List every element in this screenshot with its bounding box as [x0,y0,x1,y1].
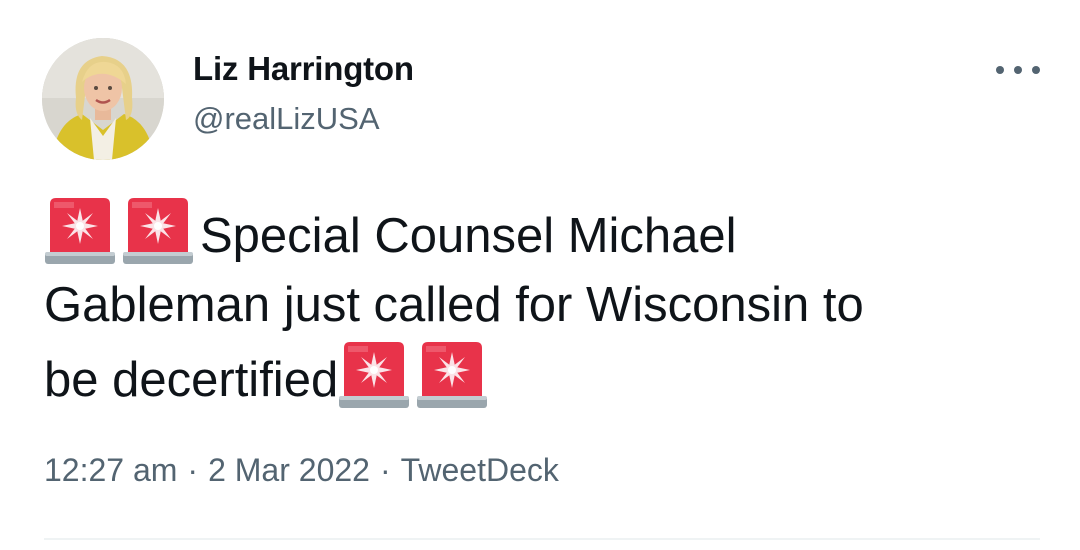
more-options-button[interactable] [996,56,1040,84]
separator: · [187,452,199,488]
tweet-text: Special Counsel Michael Gableman just ca… [44,196,1044,415]
police-car-light-icon [122,196,194,266]
police-car-light-icon [44,196,116,266]
tweet-text-line: be decertified [44,340,1044,415]
more-horizontal-icon [1014,66,1022,74]
avatar[interactable] [42,38,164,160]
tweet-card[interactable]: Liz Harrington @realLizUSA Special Couns… [0,0,1080,550]
tweet-date[interactable]: 2 Mar 2022 [208,452,370,488]
user-handle[interactable]: @realLizUSA [193,101,380,137]
tweet-source[interactable]: TweetDeck [401,452,559,488]
tweet-text-segment: Special Counsel Michael [200,209,737,263]
tweet-timestamp[interactable]: 12:27 am [44,452,177,488]
tweet-text-segment: be decertified [44,353,339,407]
tweet-text-segment: Gableman just called for Wisconsin to [44,278,864,332]
police-car-light-icon [416,340,488,410]
more-horizontal-icon [996,66,1004,74]
display-name[interactable]: Liz Harrington [193,50,414,88]
tweet-text-line: Gableman just called for Wisconsin to [44,271,1044,340]
tweet-metadata: 12:27 am · 2 Mar 2022 · TweetDeck [44,452,559,489]
divider [44,538,1040,540]
police-car-light-icon [338,340,410,410]
more-horizontal-icon [1032,66,1040,74]
tweet-text-line: Special Counsel Michael [44,196,1044,271]
separator: · [379,452,391,488]
profile-photo-icon [42,38,164,160]
